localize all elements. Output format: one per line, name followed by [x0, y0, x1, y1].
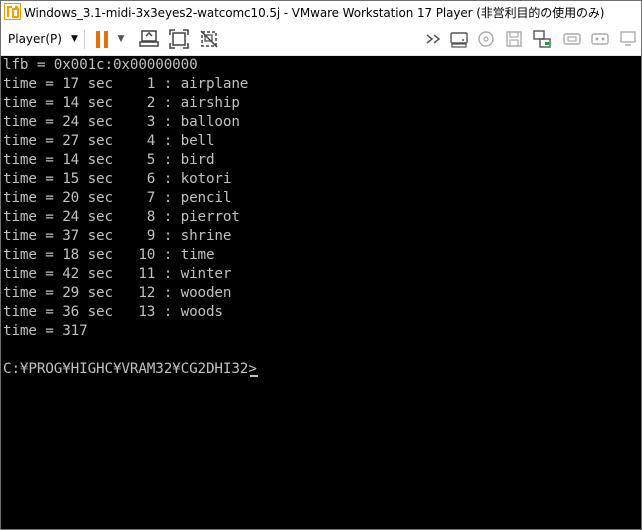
console-line: time = 36 sec 13 : woods — [3, 304, 223, 320]
title-bar[interactable]: Windows_3.1-midi-3x3eyes2-watcomc10.5j -… — [0, 0, 642, 24]
cd-dvd-icon — [478, 31, 494, 47]
chevron-down-icon: ▼ — [70, 34, 78, 44]
floppy-button[interactable] — [502, 28, 526, 50]
console-line: time = 17 sec 1 : airplane — [3, 76, 249, 92]
pause-button[interactable] — [90, 28, 114, 50]
console-line: time = 14 sec 5 : bird — [3, 152, 215, 168]
toolbar-separator — [84, 30, 85, 49]
console-line: time = 20 sec 7 : pencil — [3, 190, 232, 206]
display-icon — [620, 31, 636, 46]
forward-button[interactable] — [422, 28, 446, 50]
unity-icon — [200, 30, 218, 48]
usb-icon — [563, 33, 581, 45]
unity-button[interactable] — [197, 28, 221, 50]
console-line: time = 29 sec 12 : wooden — [3, 285, 232, 301]
console-line: time = 18 sec 10 : time — [3, 247, 215, 263]
network-button[interactable] — [530, 28, 554, 50]
forward-icon — [426, 34, 441, 44]
toolbar: Player(P) ▼ ▼ — [0, 24, 642, 56]
console-line: lfb = 0x001c:0x00000000 — [3, 57, 198, 73]
console-line: time = 42 sec 11 : winter — [3, 266, 232, 282]
hard-disk-icon — [450, 32, 468, 48]
cd-dvd-button[interactable] — [474, 28, 498, 50]
player-menu-button[interactable]: Player(P) ▼ — [4, 28, 82, 50]
text-cursor — [250, 375, 258, 377]
console-line: time = 27 sec 4 : bell — [3, 133, 215, 149]
console-line: time = 24 sec 3 : balloon — [3, 114, 240, 130]
vmware-app-icon[interactable] — [4, 3, 21, 20]
pause-dropdown-button[interactable]: ▼ — [114, 28, 128, 50]
usb-button[interactable] — [560, 28, 584, 50]
console-line: time = 14 sec 2 : airship — [3, 95, 240, 111]
network-icon — [533, 30, 551, 48]
console-line: time = 15 sec 6 : kotori — [3, 171, 232, 187]
sound-icon — [591, 33, 609, 45]
console-line: time = 37 sec 9 : shrine — [3, 228, 232, 244]
console-line: time = 24 sec 8 : pierrot — [3, 209, 240, 225]
console-line: time = 317 — [3, 323, 88, 339]
window-title: Windows_3.1-midi-3x3eyes2-watcomc10.5j -… — [24, 6, 605, 20]
fullscreen-button[interactable] — [167, 28, 191, 50]
player-menu-label: Player(P) — [8, 32, 62, 46]
pause-icon — [96, 30, 108, 48]
fullscreen-icon — [169, 29, 189, 49]
guest-console-screen[interactable]: lfb = 0x001c:0x00000000 time = 17 sec 1 … — [0, 56, 642, 530]
chevron-down-icon: ▼ — [117, 34, 125, 44]
hard-disk-button[interactable] — [447, 28, 471, 50]
sound-button[interactable] — [588, 28, 612, 50]
send-ctrl-alt-del-icon — [139, 30, 159, 47]
command-prompt: C:¥PROG¥HIGHC¥VRAM32¥CG2DHI32> — [3, 361, 266, 377]
send-ctrl-alt-del-button[interactable] — [137, 28, 161, 50]
display-button[interactable] — [616, 28, 640, 50]
floppy-icon — [506, 31, 522, 47]
